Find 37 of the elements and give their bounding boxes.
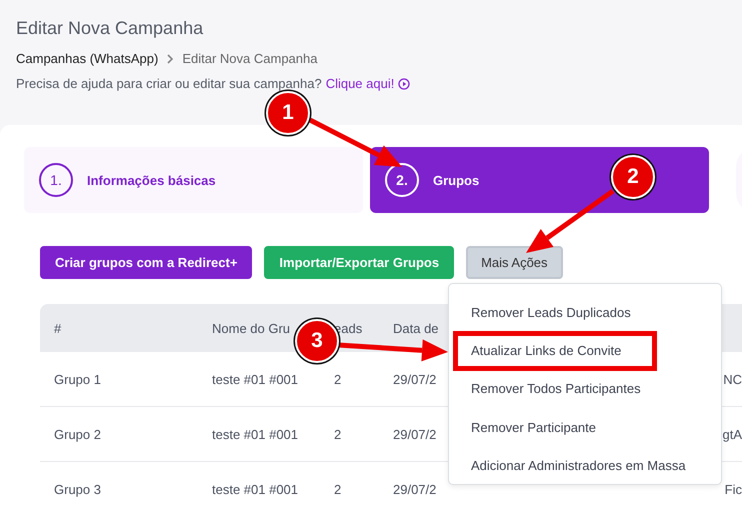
chevron-right-icon [166, 54, 174, 64]
table-cell-text: teste #01 #001 [211, 372, 298, 386]
menu-item[interactable]: Remover Participante [449, 408, 721, 446]
table-cell-text: Grupo 2 [53, 426, 101, 442]
breadcrumb-current: Editar Nova Campanha [182, 51, 318, 66]
table-cell-text: 29/07/2 [392, 426, 436, 442]
action-button[interactable]: Criar grupos com a Redirect+ [40, 246, 252, 279]
table-cell-text: 29/07/2 [392, 482, 436, 496]
table-cell-text: 2 [333, 426, 342, 442]
page-title: Editar Nova Campanha [16, 18, 204, 39]
step-number: 1. [39, 163, 73, 197]
menu-item[interactable]: Adicionar Administradores em Massa [449, 446, 721, 485]
menu-item[interactable]: Remover Leads Duplicados [449, 293, 721, 332]
play-icon[interactable] [398, 78, 410, 90]
table-cell-text: Fic [724, 482, 742, 496]
table-cell-text: teste #01 #001 [211, 426, 298, 442]
table-cell-text: Grupo 3 [53, 482, 101, 496]
table-cell-text: 2 [333, 482, 342, 496]
step-label: Grupos [433, 172, 480, 188]
column-header: Data de [392, 320, 439, 336]
table-cell-text: 29/07/2 [392, 372, 436, 386]
help-link[interactable]: Clique aqui! [326, 76, 394, 91]
help-text: Precisa de ajuda para criar ou editar sua campanha? [16, 76, 322, 91]
action-button[interactable]: Mais Ações [466, 246, 563, 279]
column-header: Nome do Gru [211, 320, 290, 336]
table-cell-text: teste #01 #001 [211, 482, 298, 496]
step-label: Informações básicas [87, 172, 216, 188]
table-cell-text: 2 [333, 372, 342, 386]
column-header: # [53, 320, 62, 336]
breadcrumb-link[interactable]: Campanhas (WhatsApp) [16, 51, 158, 66]
step-tab[interactable]: 1. Informações básicas [24, 147, 363, 213]
menu-item[interactable]: Atualizar Links de Convite [453, 330, 657, 370]
table-cell-text: Grupo 1 [53, 372, 101, 386]
step-badge: 1 [266, 91, 310, 135]
menu-item[interactable]: Remover Todos Participantes [449, 370, 721, 408]
table-cell-text: gtA [721, 426, 742, 442]
table-cell-text: NC [722, 372, 742, 386]
